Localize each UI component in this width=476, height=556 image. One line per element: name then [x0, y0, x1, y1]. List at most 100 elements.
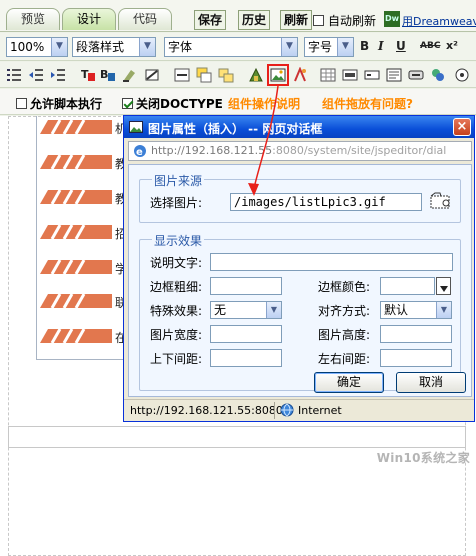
component-help-link[interactable]: 组件操作说明 — [228, 95, 300, 112]
tab-preview[interactable]: 预览 — [6, 8, 60, 30]
format-toolbar: 100% ▼ 段落样式 ▼ 字体 ▼ 字号 ▼ B I U ABC x² — [0, 33, 476, 61]
list-bullet-graphic — [40, 155, 112, 169]
close-doctype-checkbox[interactable] — [122, 96, 133, 110]
list-bullet-graphic — [40, 329, 112, 343]
globe-icon — [280, 403, 294, 417]
effect-value: 无 — [214, 303, 227, 317]
border-width-label: 边框粗细: — [150, 280, 203, 294]
align-value: 默认 — [384, 303, 409, 317]
plugin-icon[interactable] — [430, 67, 446, 83]
vspace-label: 上下间距: — [150, 352, 203, 366]
svg-text:B: B — [100, 68, 108, 81]
options-bar: 允许脚本执行 关闭DOCTYPE 组件操作说明 组件拖放有问题? — [0, 89, 476, 115]
dialog-titlebar[interactable]: 图片属性（插入） -- 网页对话框 × — [124, 116, 474, 138]
image-source-group: 图片来源 选择图片: /images/listLpic3.gif — [139, 172, 461, 223]
refresh-button[interactable]: 刷新 — [280, 10, 313, 30]
form-icon[interactable] — [342, 67, 358, 83]
tab-code[interactable]: 代码 — [118, 8, 172, 30]
chevron-down-icon: ▼ — [337, 38, 353, 56]
cancel-button[interactable]: 取消 — [396, 372, 466, 393]
list-bullet-graphic — [40, 260, 112, 274]
auto-refresh-checkbox[interactable] — [313, 13, 324, 27]
horizontal-rule-icon[interactable] — [174, 67, 190, 83]
box-icon[interactable] — [218, 67, 234, 83]
textarea-icon[interactable] — [386, 67, 402, 83]
insert-image-button[interactable] — [267, 64, 289, 86]
allow-script-label: 允许脚本执行 — [30, 97, 103, 111]
border-color-label: 边框颜色: — [318, 280, 371, 294]
width-input[interactable] — [210, 325, 282, 343]
font-value: 字体 — [168, 40, 193, 54]
watermark: Win10系统之家 — [376, 451, 470, 465]
zoom-select[interactable]: 100% ▼ — [6, 37, 68, 57]
indent-icon[interactable] — [50, 67, 66, 83]
list-bullet-graphic — [40, 120, 112, 134]
layer-icon[interactable] — [196, 67, 212, 83]
dialog-content: 图片来源 选择图片: /images/listLpic3.gif 显示效果 说明… — [128, 164, 472, 397]
media-icon[interactable] — [454, 67, 470, 83]
close-button[interactable]: × — [453, 118, 471, 136]
component-drag-issue-link[interactable]: 组件拖放有问题? — [322, 95, 413, 112]
color-picker-button[interactable] — [436, 277, 451, 295]
special-char-icon[interactable] — [292, 67, 308, 83]
address-path: :8080/system/site/jspeditor/dial — [272, 144, 447, 157]
align-label: 对齐方式: — [318, 304, 371, 318]
italic-button[interactable]: I — [378, 39, 384, 53]
effect-select[interactable]: 无 ▼ — [210, 301, 282, 319]
width-label: 图片宽度: — [150, 328, 203, 342]
strikethrough-button[interactable]: ABC — [420, 41, 440, 51]
chevron-down-icon: ▼ — [139, 38, 155, 56]
chevron-down-icon: ▼ — [51, 38, 67, 56]
insert-toolbar: T B — [0, 62, 476, 88]
close-doctype-label: 关闭DOCTYPE — [136, 97, 223, 111]
footer-region — [8, 426, 466, 448]
input-field-icon[interactable] — [364, 67, 380, 83]
border-width-input[interactable] — [210, 277, 282, 295]
border-color-input[interactable] — [380, 277, 435, 295]
chevron-down-icon: ▼ — [281, 38, 297, 56]
dreamweaver-icon[interactable]: Dw — [384, 11, 400, 27]
chevron-down-icon — [440, 286, 448, 292]
paragraph-style-select[interactable]: 段落样式 ▼ — [72, 37, 156, 57]
background-color-icon[interactable]: B — [100, 67, 116, 83]
text-color-icon[interactable]: T — [80, 67, 96, 83]
svg-text:T: T — [81, 68, 89, 81]
ie-icon: e — [134, 145, 146, 158]
button-insert-icon[interactable] — [408, 67, 424, 83]
list-bullet-graphic — [40, 294, 112, 308]
superscript-button[interactable]: x² — [446, 39, 458, 52]
dialog-title: 图片属性（插入） -- 网页对话框 — [148, 122, 323, 136]
font-size-value: 字号 — [308, 40, 333, 54]
alt-text-label: 说明文字: — [150, 256, 203, 270]
outdent-icon[interactable] — [28, 67, 44, 83]
font-select[interactable]: 字体 ▼ — [164, 37, 298, 57]
address-host: http://192.168.121.55 — [151, 144, 273, 157]
tab-design[interactable]: 设计 — [62, 8, 116, 30]
allow-script-checkbox[interactable] — [16, 96, 27, 110]
paragraph-style-value: 段落样式 — [76, 40, 125, 54]
mode-tab-bar: 预览 设计 代码 保存 历史 刷新 自动刷新 Dw 用Dreamweaver — [0, 0, 476, 32]
height-input[interactable] — [380, 325, 452, 343]
auto-refresh-label: 自动刷新 — [328, 14, 377, 28]
alt-text-input[interactable] — [210, 253, 453, 271]
browse-folder-icon[interactable] — [430, 192, 452, 210]
flash-icon[interactable] — [248, 67, 264, 83]
history-button[interactable]: 历史 — [238, 10, 271, 30]
display-effect-group: 显示效果 说明文字: 边框粗细: 边框颜色: 特殊效果: 无 ▼ 对齐方式: 默… — [139, 232, 461, 391]
numbered-list-icon[interactable] — [6, 67, 22, 83]
vspace-input[interactable] — [210, 349, 282, 367]
table-icon[interactable] — [320, 67, 336, 83]
save-button[interactable]: 保存 — [194, 10, 227, 30]
dreamweaver-link[interactable]: 用Dreamweaver — [402, 13, 476, 29]
select-image-input[interactable]: /images/listLpic3.gif — [230, 193, 422, 211]
highlight-icon[interactable] — [122, 67, 138, 83]
effect-label: 特殊效果: — [150, 304, 203, 318]
clear-format-icon[interactable] — [144, 67, 160, 83]
ok-button[interactable]: 确定 — [314, 372, 384, 393]
align-select[interactable]: 默认 ▼ — [380, 301, 452, 319]
select-image-label: 选择图片: — [150, 196, 203, 210]
underline-button[interactable]: U — [396, 39, 406, 53]
font-size-select[interactable]: 字号 ▼ — [304, 37, 354, 57]
hspace-input[interactable] — [380, 349, 452, 367]
bold-button[interactable]: B — [360, 39, 369, 53]
